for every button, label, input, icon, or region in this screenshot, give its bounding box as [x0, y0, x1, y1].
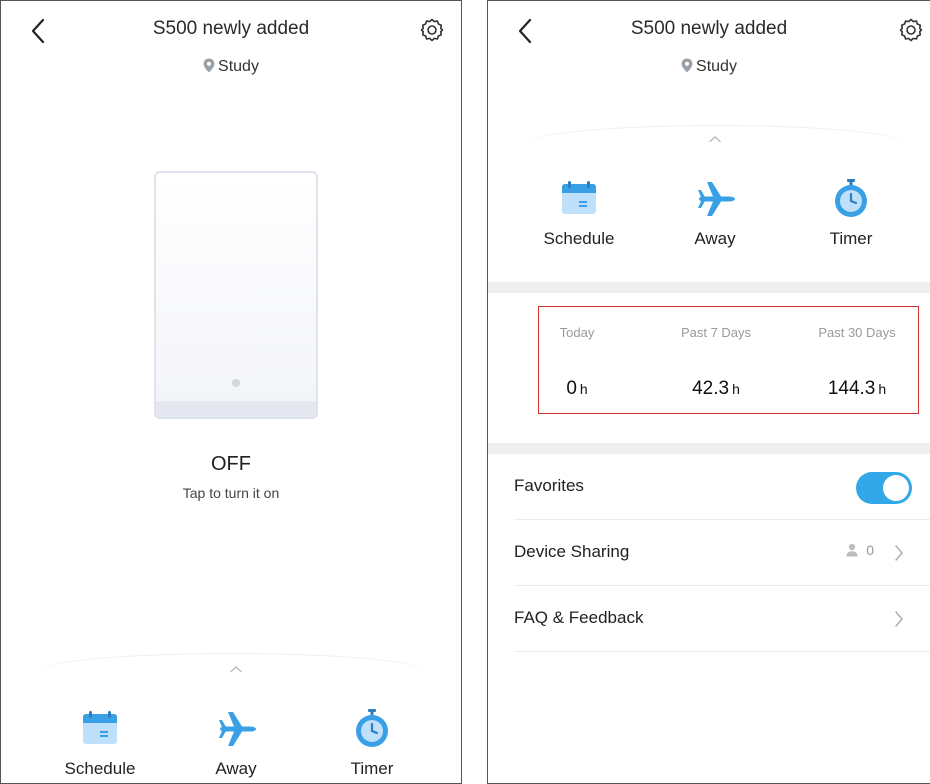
chevron-up-icon[interactable]	[708, 135, 722, 143]
timer-button[interactable]: Timer	[317, 709, 427, 779]
stat-value: 42.3 h	[692, 378, 740, 399]
schedule-button[interactable]: Schedule	[45, 709, 155, 779]
gear-icon[interactable]	[898, 17, 924, 43]
schedule-label: Schedule	[64, 759, 136, 778]
stat-label: Past 30 Days	[818, 325, 896, 340]
timer-label: Timer	[350, 759, 394, 778]
schedule-label: Schedule	[543, 229, 615, 248]
away-label: Away	[694, 229, 736, 248]
person-icon	[846, 543, 858, 557]
page-title: S500 newly added	[630, 18, 788, 39]
stat-label: Today	[559, 325, 595, 340]
location-label: Study	[488, 58, 930, 76]
favorites-row: Favorites	[514, 454, 930, 520]
away-label: Away	[215, 759, 257, 778]
indicator-light	[232, 379, 240, 387]
device-hint: Tap to turn it on	[182, 485, 280, 501]
airplane-icon	[698, 182, 735, 216]
location-text: Study	[218, 58, 259, 75]
location-text: Study	[696, 58, 737, 75]
stat-value: 0h	[566, 378, 588, 399]
chevron-right-icon	[895, 611, 903, 627]
device-sharing-label: Device Sharing	[514, 542, 630, 561]
stat-past-30-days: Past 30 Days 144.3 h	[792, 307, 922, 400]
timer-label: Timer	[829, 229, 873, 248]
favorites-label: Favorites	[514, 476, 584, 495]
chevron-right-icon	[895, 545, 903, 561]
device-switch-illustration[interactable]	[154, 171, 318, 419]
location-pin-icon	[681, 58, 693, 73]
faq-feedback-row[interactable]: FAQ & Feedback	[514, 586, 930, 652]
stopwatch-icon	[356, 709, 388, 747]
calendar-icon	[562, 181, 596, 214]
shared-users-count: 0	[846, 542, 874, 558]
schedule-button[interactable]: Schedule	[524, 179, 634, 249]
device-details-screen: S500 newly added Study Schedule Away Tim…	[487, 0, 930, 784]
location-label: Study	[1, 58, 461, 76]
header: S500 newly added Study	[488, 1, 930, 91]
timer-button[interactable]: Timer	[796, 179, 906, 249]
airplane-icon	[219, 712, 256, 746]
device-screen-off: S500 newly added Study OFF Tap to turn i…	[0, 0, 462, 784]
away-button[interactable]: Away	[660, 179, 770, 249]
stat-label: Past 7 Days	[680, 325, 752, 340]
stat-today: Today 0h	[512, 307, 642, 400]
toggle-knob	[883, 475, 909, 501]
favorites-toggle[interactable]	[856, 472, 912, 504]
section-divider	[488, 282, 930, 293]
section-divider	[488, 443, 930, 454]
device-base	[156, 401, 316, 417]
device-state: OFF	[211, 453, 251, 475]
stat-value: 144.3 h	[827, 378, 887, 399]
calendar-icon	[83, 711, 117, 744]
page-title: S500 newly added	[152, 18, 310, 39]
header: S500 newly added Study	[1, 1, 461, 91]
stat-past-7-days: Past 7 Days 42.3 h	[651, 307, 781, 400]
faq-feedback-label: FAQ & Feedback	[514, 608, 644, 627]
location-pin-icon	[203, 58, 215, 73]
stopwatch-icon	[835, 179, 867, 217]
chevron-up-icon[interactable]	[229, 665, 243, 673]
away-button[interactable]: Away	[181, 709, 291, 779]
usage-stats: Today 0h Past 7 Days 42.3 h Past 30 Days …	[538, 306, 919, 414]
gear-icon[interactable]	[419, 17, 445, 43]
device-sharing-row[interactable]: Device Sharing 0	[514, 520, 930, 586]
